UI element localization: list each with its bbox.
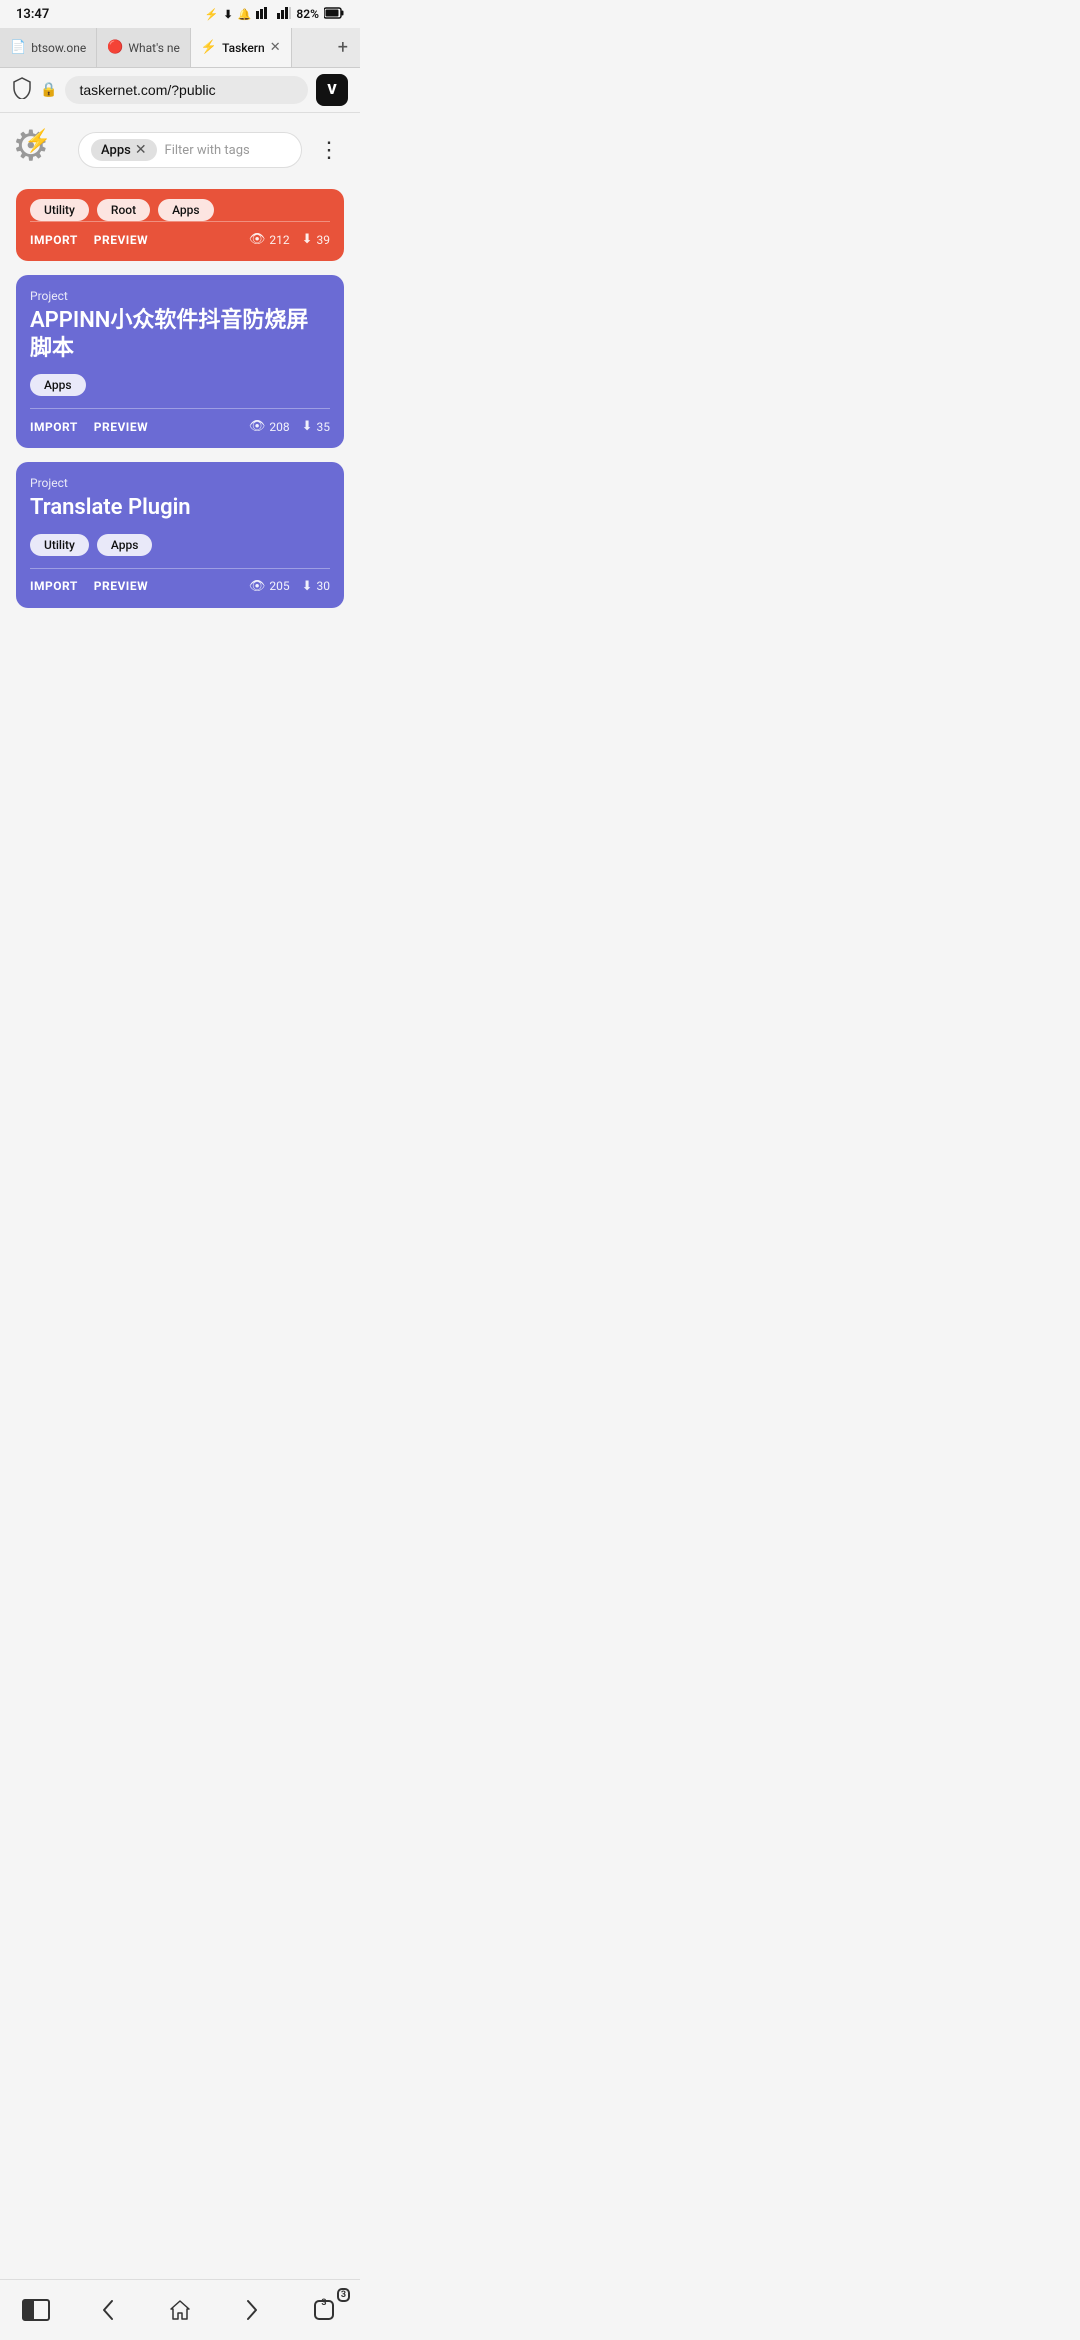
partial-card-stats: 👁 212 ⬇ 39 (249, 232, 330, 247)
apps-tag[interactable]: Apps ✕ (91, 139, 157, 161)
flash-icon: ⚡ (205, 8, 219, 21)
card-translate-title: Translate Plugin (30, 494, 330, 522)
card-appinn-title: APPINN小众软件抖音防烧屏脚本 (30, 307, 330, 362)
tabs-square-icon (22, 2299, 50, 2321)
card-appinn-divider (30, 408, 330, 409)
bottom-nav: 3 (0, 2279, 360, 2340)
eye-icon: 👁 (249, 232, 266, 247)
card-translate-actions: IMPORT PREVIEW (30, 579, 148, 593)
tab-close-button[interactable]: ✕ (270, 40, 281, 55)
download-stat-icon: ⬇ (302, 232, 313, 247)
tab-taskernet[interactable]: ⚡ Taskern ✕ (191, 28, 292, 67)
network-icon (256, 7, 272, 22)
status-icons: ⚡ ⬇ 🔔 82% (205, 7, 344, 22)
tab-count-label: 3 (321, 2298, 326, 2308)
translate-views-stat: 👁 205 (249, 579, 290, 594)
tab-label-whats-new: What's ne (128, 41, 180, 55)
appinn-download-icon: ⬇ (302, 419, 313, 434)
partial-views-stat: 👁 212 (249, 232, 290, 247)
card-appinn-footer: IMPORT PREVIEW 👁 208 ⬇ 35 (30, 419, 330, 434)
tab-label-taskernet: Taskern (222, 41, 265, 55)
battery-text: 82% (296, 7, 319, 21)
status-bar: 13:47 ⚡ ⬇ 🔔 82% (0, 0, 360, 28)
card-appinn-tags: Apps (30, 374, 330, 396)
partial-downloads-count: 39 (317, 233, 331, 247)
appinn-views-stat: 👁 208 (249, 419, 290, 434)
card-appinn-type: Project (30, 289, 330, 303)
translate-import-button[interactable]: IMPORT (30, 579, 78, 593)
status-time: 13:47 (16, 7, 49, 22)
appinn-eye-icon: 👁 (249, 419, 266, 434)
tab-icon-whats-new: 🔴 (107, 40, 123, 55)
nav-tabs-toggle[interactable] (14, 2292, 58, 2328)
shield-icon (12, 77, 32, 104)
lock-icon: 🔒 (40, 82, 57, 98)
partial-import-button[interactable]: IMPORT (30, 233, 78, 247)
tag-utility[interactable]: Utility (30, 199, 89, 221)
app-logo: ⚙ ⚡ (16, 125, 66, 175)
filter-placeholder: Filter with tags (165, 143, 250, 158)
address-input[interactable] (65, 76, 308, 104)
card-divider (30, 221, 330, 222)
tab-whats-new[interactable]: 🔴 What's ne (97, 28, 191, 67)
appinn-views-count: 208 (269, 420, 289, 434)
nav-home-button[interactable] (158, 2292, 202, 2328)
appinn-import-button[interactable]: IMPORT (30, 420, 78, 434)
card-translate-tags: Utility Apps (30, 534, 330, 556)
tab-icon-btsow: 📄 (10, 40, 26, 55)
translate-download-icon: ⬇ (302, 579, 313, 594)
card-translate-divider (30, 568, 330, 569)
card-appinn-stats: 👁 208 ⬇ 35 (249, 419, 330, 434)
appinn-downloads-stat: ⬇ 35 (302, 419, 330, 434)
appinn-downloads-count: 35 (317, 420, 331, 434)
translate-eye-icon: 👁 (249, 579, 266, 594)
tab-icon-taskernet: ⚡ (201, 40, 217, 55)
card-appinn-actions: IMPORT PREVIEW (30, 420, 148, 434)
notification-icon: 🔔 (238, 8, 252, 21)
download-icon: ⬇ (224, 8, 233, 21)
card-translate-stats: 👁 205 ⬇ 30 (249, 579, 330, 594)
signal-icon (277, 7, 291, 22)
card-appinn: Project APPINN小众软件抖音防烧屏脚本 Apps IMPORT PR… (16, 275, 344, 448)
partial-views-count: 212 (269, 233, 289, 247)
translate-downloads-count: 30 (317, 579, 331, 593)
tab-bar: 📄 btsow.one 🔴 What's ne ⚡ Taskern ✕ + (0, 28, 360, 68)
address-bar: 🔒 V (0, 68, 360, 113)
partial-card: Utility Root Apps IMPORT PREVIEW 👁 212 ⬇… (16, 189, 344, 261)
tag-root[interactable]: Root (97, 199, 150, 221)
tab-label-btsow: btsow.one (31, 41, 86, 55)
apps-tag-label: Apps (101, 143, 131, 158)
card-translate-footer: IMPORT PREVIEW 👁 205 ⬇ 30 (30, 579, 330, 594)
partial-preview-button[interactable]: PREVIEW (94, 233, 148, 247)
partial-downloads-stat: ⬇ 39 (302, 232, 330, 247)
browser-logo[interactable]: V (316, 74, 348, 106)
battery-icon (324, 7, 344, 22)
nav-back-button[interactable] (86, 2292, 130, 2328)
translate-downloads-stat: ⬇ 30 (302, 579, 330, 594)
remove-tag-button[interactable]: ✕ (135, 142, 147, 158)
nav-forward-button[interactable] (230, 2292, 274, 2328)
translate-tag-apps[interactable]: Apps (97, 534, 153, 556)
page-content: ⚙ ⚡ Apps ✕ Filter with tags ⋮ Utility Ro… (0, 113, 360, 634)
partial-card-footer: IMPORT PREVIEW 👁 212 ⬇ 39 (30, 232, 330, 247)
new-tab-button[interactable]: + (326, 28, 360, 67)
partial-card-tags: Utility Root Apps (30, 189, 330, 221)
translate-preview-button[interactable]: PREVIEW (94, 579, 148, 593)
tag-apps[interactable]: Apps (158, 199, 214, 221)
card-translate: Project Translate Plugin Utility Apps IM… (16, 462, 344, 608)
nav-tab-count[interactable]: 3 (302, 2292, 346, 2328)
partial-card-actions: IMPORT PREVIEW (30, 233, 148, 247)
card-translate-type: Project (30, 476, 330, 490)
tab-btsow[interactable]: 📄 btsow.one (0, 28, 97, 67)
app-header: ⚙ ⚡ Apps ✕ Filter with tags ⋮ (16, 125, 344, 175)
filter-bar[interactable]: Apps ✕ Filter with tags (78, 132, 302, 168)
more-menu-button[interactable]: ⋮ (314, 138, 344, 163)
translate-tag-utility[interactable]: Utility (30, 534, 89, 556)
translate-views-count: 205 (269, 579, 289, 593)
appinn-tag-apps[interactable]: Apps (30, 374, 86, 396)
appinn-preview-button[interactable]: PREVIEW (94, 420, 148, 434)
